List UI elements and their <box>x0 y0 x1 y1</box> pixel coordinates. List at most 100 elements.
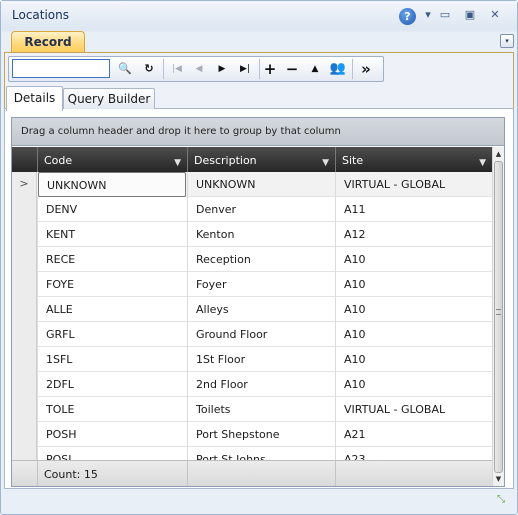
table-row[interactable]: > UNKNOWN UNKNOWN VIRTUAL - GLOBAL <box>12 172 492 197</box>
code-cell[interactable]: FOYE <box>37 272 187 297</box>
code-cell[interactable]: POSI <box>37 447 187 460</box>
row-indicator[interactable] <box>12 322 37 347</box>
scroll-down-icon[interactable]: ▼ <box>493 473 504 485</box>
minimize-icon[interactable]: ▭ <box>438 8 452 22</box>
row-indicator-header <box>12 147 37 172</box>
table-row[interactable]: GRFL Ground Floor A10 <box>12 322 492 347</box>
description-cell[interactable]: UNKNOWN <box>187 172 335 197</box>
site-cell[interactable]: VIRTUAL - GLOBAL <box>335 397 492 422</box>
vertical-scrollbar[interactable]: ▲ ▼ <box>492 147 504 486</box>
maximize-icon[interactable]: ▣ <box>463 8 477 22</box>
code-cell[interactable]: KENT <box>37 222 187 247</box>
row-indicator[interactable] <box>12 222 37 247</box>
record-tab[interactable]: Record <box>11 31 85 53</box>
next-record-icon[interactable]: ▶ <box>212 60 232 78</box>
panel-dropdown-button[interactable]: ▾ <box>500 34 514 48</box>
close-icon[interactable]: ✕ <box>488 8 502 22</box>
description-cell[interactable]: Foyer <box>187 272 335 297</box>
code-cell[interactable]: ALLE <box>37 297 187 322</box>
row-indicator[interactable] <box>12 347 37 372</box>
search-input[interactable] <box>12 59 110 78</box>
help-icon[interactable]: ? <box>399 8 416 25</box>
site-cell[interactable]: A10 <box>335 347 492 372</box>
refresh-icon[interactable]: ↻ <box>139 60 159 78</box>
site-cell[interactable]: A21 <box>335 422 492 447</box>
window-title: Locations <box>12 8 70 22</box>
site-cell[interactable]: A12 <box>335 222 492 247</box>
table-row[interactable]: 2DFL 2nd Floor A10 <box>12 372 492 397</box>
add-icon[interactable]: + <box>260 60 280 78</box>
title-bar[interactable]: Locations ? ▾ ▭ ▣ ✕ <box>1 1 517 29</box>
site-cell[interactable]: A11 <box>335 197 492 222</box>
more-options-icon[interactable]: » <box>356 60 376 78</box>
tab-details[interactable]: Details <box>6 86 63 111</box>
description-cell[interactable]: Port St Johns <box>187 447 335 460</box>
description-cell[interactable]: Toilets <box>187 397 335 422</box>
description-cell[interactable]: Alleys <box>187 297 335 322</box>
resize-grip-icon[interactable]: ⤡ <box>497 495 513 512</box>
scroll-thumb[interactable] <box>494 161 503 473</box>
table-row[interactable]: DENV Denver A11 <box>12 197 492 222</box>
column-header-label: Code <box>44 154 73 167</box>
description-cell[interactable]: 2nd Floor <box>187 372 335 397</box>
code-cell[interactable]: RECE <box>37 247 187 272</box>
code-cell[interactable]: POSH <box>37 422 187 447</box>
description-cell[interactable]: Denver <box>187 197 335 222</box>
row-indicator[interactable] <box>12 247 37 272</box>
description-cell[interactable]: 1St Floor <box>187 347 335 372</box>
remove-icon[interactable]: − <box>282 60 302 78</box>
column-header-description[interactable]: Description ▼ <box>187 147 335 172</box>
row-indicator[interactable] <box>12 372 37 397</box>
code-cell[interactable]: GRFL <box>37 322 187 347</box>
description-cell[interactable]: Port Shepstone <box>187 422 335 447</box>
site-cell[interactable]: A10 <box>335 322 492 347</box>
table-row[interactable]: FOYE Foyer A10 <box>12 272 492 297</box>
grid-footer: Count: 15 <box>12 460 492 486</box>
table-row[interactable]: POSH Port Shepstone A21 <box>12 422 492 447</box>
record-count: Count: 15 <box>37 461 187 486</box>
tab-query-builder[interactable]: Query Builder <box>63 88 155 109</box>
row-indicator[interactable] <box>12 447 37 460</box>
row-indicator[interactable] <box>12 422 37 447</box>
column-header-code[interactable]: Code ▼ <box>37 147 187 172</box>
group-by-panel[interactable]: Drag a column header and drop it here to… <box>12 118 504 146</box>
row-indicator[interactable] <box>12 197 37 222</box>
table-row[interactable]: 1SFL 1St Floor A10 <box>12 347 492 372</box>
footer-cell <box>335 461 492 486</box>
site-cell[interactable]: A10 <box>335 247 492 272</box>
code-cell[interactable]: TOLE <box>37 397 187 422</box>
scroll-up-icon[interactable]: ▲ <box>493 148 504 160</box>
site-cell[interactable]: A10 <box>335 372 492 397</box>
table-row[interactable]: TOLE Toilets VIRTUAL - GLOBAL <box>12 397 492 422</box>
description-cell[interactable]: Ground Floor <box>187 322 335 347</box>
move-up-icon[interactable]: ▲ <box>305 60 325 78</box>
description-cell[interactable]: Reception <box>187 247 335 272</box>
current-row-indicator-icon[interactable]: > <box>12 172 37 197</box>
code-cell[interactable]: DENV <box>37 197 187 222</box>
site-cell[interactable]: A23 <box>335 447 492 460</box>
window-menu-chevron-down-icon[interactable]: ▾ <box>421 8 435 22</box>
code-cell[interactable]: 2DFL <box>37 372 187 397</box>
first-record-icon[interactable]: |◀ <box>167 60 187 78</box>
toolbar-divider <box>352 59 353 79</box>
table-row[interactable]: ALLE Alleys A10 <box>12 297 492 322</box>
table-row[interactable]: POSI Port St Johns A23 <box>12 447 492 460</box>
site-cell[interactable]: A10 <box>335 297 492 322</box>
last-record-icon[interactable]: ▶| <box>235 60 255 78</box>
row-indicator[interactable] <box>12 272 37 297</box>
code-cell[interactable]: UNKNOWN <box>38 172 186 197</box>
row-indicator[interactable] <box>12 397 37 422</box>
table-row[interactable]: KENT Kenton A12 <box>12 222 492 247</box>
search-icon[interactable]: 🔍 <box>115 60 135 78</box>
detail-tabs: Details Query Builder <box>4 85 514 111</box>
description-cell[interactable]: Kenton <box>187 222 335 247</box>
column-header-site[interactable]: Site ▼ <box>335 147 492 172</box>
table-row[interactable]: RECE Reception A10 <box>12 247 492 272</box>
code-cell[interactable]: 1SFL <box>37 347 187 372</box>
site-cell[interactable]: A10 <box>335 272 492 297</box>
site-cell[interactable]: VIRTUAL - GLOBAL <box>335 172 492 197</box>
users-icon[interactable]: 👥 <box>328 60 348 78</box>
previous-record-icon[interactable]: ◀ <box>189 60 209 78</box>
row-indicator[interactable] <box>12 297 37 322</box>
grid-header-row: Code ▼ Description ▼ Site ▼ <box>12 147 492 172</box>
